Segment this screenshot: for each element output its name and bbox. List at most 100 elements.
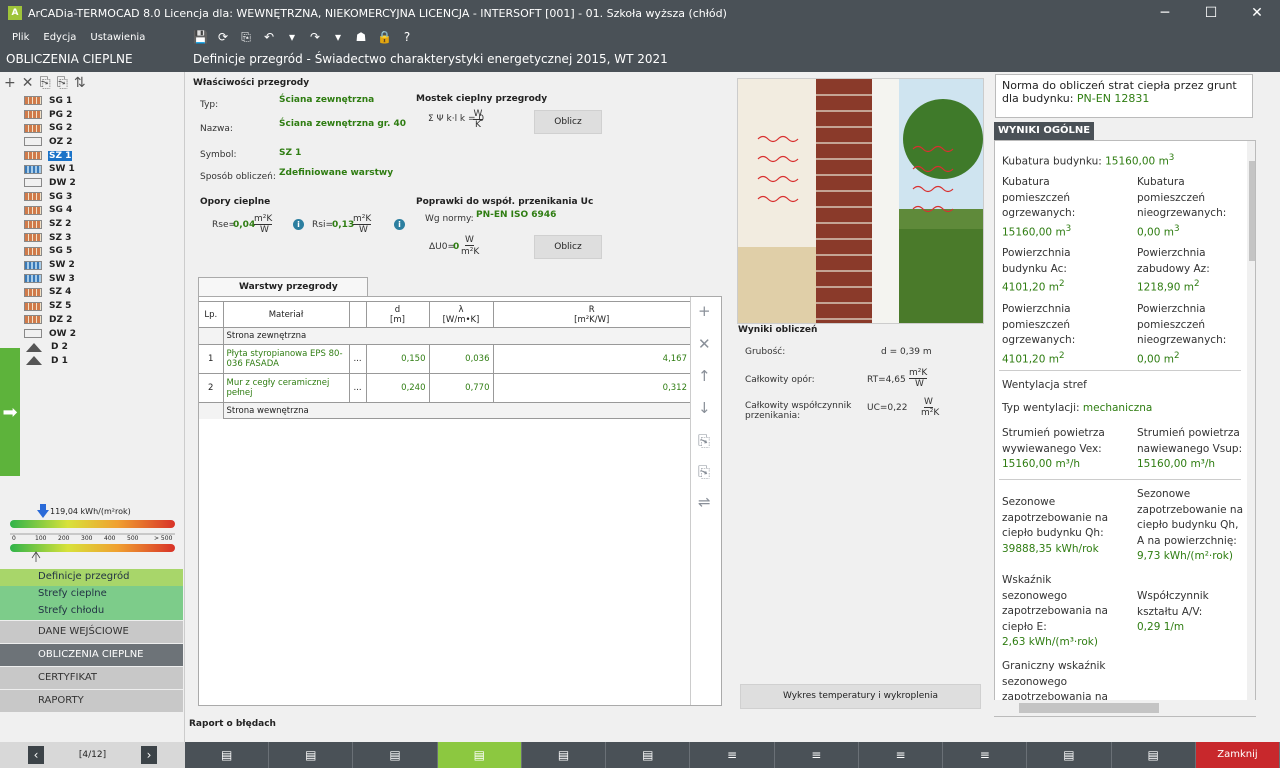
tab-wyniki-ogolne[interactable]: WYNIKI OGÓLNE [994, 122, 1095, 140]
bottom-tool-button[interactable]: ≡ [858, 742, 944, 768]
table-row[interactable]: 2 Mur z cegły ceramicznej pełnej ... 0,2… [199, 373, 691, 403]
tree-item[interactable]: SG 2 [0, 121, 184, 135]
nav-obliczenia-cieplne[interactable]: OBLICZENIA CIEPLNE [0, 643, 183, 666]
tree-item[interactable]: PG 2 [0, 108, 184, 122]
typ-value[interactable]: Ściana zewnętrzna [279, 95, 374, 105]
nav-definicje-przegrod[interactable]: Definicje przegród [0, 569, 183, 586]
nav-raporty[interactable]: RAPORTY [0, 689, 183, 712]
tree-item[interactable]: DZ 2 [0, 313, 184, 327]
bottom-tool-button[interactable]: ≡ [943, 742, 1028, 768]
paste-layer-icon[interactable]: ⎘ [698, 463, 710, 481]
row-lambda[interactable]: 0,770 [428, 373, 494, 403]
next-page-button[interactable]: › [140, 746, 157, 764]
move-down-icon[interactable]: ↓ [698, 399, 711, 417]
menu-edycja[interactable]: Edycja [43, 32, 76, 43]
catalog-icon[interactable]: ☗ [354, 30, 368, 44]
bottom-tool-button[interactable]: ▤ [353, 742, 438, 768]
bottom-tool-button[interactable]: ≡ [774, 742, 859, 768]
zamknij-button[interactable]: Zamknij [1195, 742, 1280, 768]
collapse-left-tab[interactable]: ➡ [0, 348, 20, 476]
prev-page-button[interactable]: ‹ [28, 746, 44, 764]
outer-side-row: Strona zewnętrzna [222, 327, 691, 345]
minimize-button[interactable]: ─ [1142, 0, 1188, 26]
nazwa-value[interactable]: Ściana zewnętrzna gr. 40 [279, 119, 406, 129]
temp-chart-button[interactable]: Wykres temperatury i wykroplenia [740, 684, 981, 709]
nav-certyfikat[interactable]: CERTYFIKAT [0, 666, 183, 689]
bottom-tool-button[interactable]: ▤ [521, 742, 607, 768]
bottom-tool-button[interactable]: ▤ [437, 742, 522, 768]
help-icon[interactable]: ? [400, 30, 414, 44]
bottom-tool-button[interactable]: ▤ [606, 742, 691, 768]
sposob-value[interactable]: Zdefiniowane warstwy [279, 168, 393, 178]
tree-item[interactable]: SZ 2 [0, 217, 184, 231]
maximize-button[interactable]: ☐ [1188, 0, 1234, 26]
results-hscrollbar[interactable] [994, 700, 1256, 716]
row-d[interactable]: 0,150 [365, 344, 430, 374]
rse-info-icon[interactable]: i [293, 219, 304, 230]
undo-icon[interactable]: ↶ [262, 30, 276, 44]
row-d[interactable]: 0,240 [365, 373, 430, 403]
delete-layer-icon[interactable]: ✕ [698, 335, 711, 353]
bottom-tool-button[interactable]: ▤ [1111, 742, 1196, 768]
duplicate-icon[interactable]: ⎘ [39, 75, 50, 91]
refresh-icon[interactable]: ⟳ [216, 30, 230, 44]
tree-item[interactable]: SZ 4 [0, 286, 184, 300]
results-scrollbar[interactable] [1247, 141, 1255, 716]
add-layer-icon[interactable]: + [698, 302, 711, 320]
save-icon[interactable]: 💾 [193, 30, 208, 44]
nav-strefy-cieplne[interactable]: Strefy cieplne [0, 586, 183, 603]
material-browse-button[interactable]: ... [348, 344, 367, 374]
table-row[interactable]: 1 Płyta styropianowa EPS 80-036 FASADA .… [199, 344, 691, 374]
close-window-button[interactable]: ✕ [1234, 0, 1280, 26]
tree-item[interactable]: DW 2 [0, 176, 184, 190]
rsi-info-icon[interactable]: i [394, 219, 405, 230]
tree-item[interactable]: D 1 [0, 354, 184, 368]
tab-warstwy-przegrody[interactable]: Warstwy przegrody [198, 277, 368, 297]
tree-item[interactable]: SZ 1 [0, 149, 184, 163]
redo-icon[interactable]: ↷ [308, 30, 322, 44]
bottom-tool-button[interactable]: ▤ [1027, 742, 1112, 768]
tree-item[interactable]: SZ 3 [0, 231, 184, 245]
row-lambda[interactable]: 0,036 [428, 344, 494, 374]
tree-item[interactable]: SG 3 [0, 190, 184, 204]
tree-item-label: SW 1 [49, 164, 75, 175]
pow-nieogrz-label: Powierzchnia pomieszczeń nieogrzewanych: [1137, 303, 1227, 346]
brick-icon [24, 287, 42, 297]
tree-item[interactable]: SW 2 [0, 258, 184, 272]
tree-item[interactable]: SW 3 [0, 272, 184, 286]
delete-icon[interactable]: ✕ [22, 75, 34, 91]
symbol-value[interactable]: SZ 1 [279, 148, 301, 158]
copy-layer-icon[interactable]: ⎘ [698, 432, 710, 450]
tree-item[interactable]: SW 1 [0, 162, 184, 176]
tree-item[interactable]: D 2 [0, 340, 184, 354]
lock-icon[interactable]: 🔒 [377, 30, 392, 44]
tree-item[interactable]: OW 2 [0, 327, 184, 341]
tree-item[interactable]: SG 5 [0, 245, 184, 259]
oblicz-poprawki-button[interactable]: Oblicz [534, 235, 602, 259]
redo-dropdown-icon[interactable]: ▾ [331, 30, 345, 44]
wg-normy-value[interactable]: PN-EN ISO 6946 [476, 210, 556, 220]
tree-item[interactable]: SG 1 [0, 94, 184, 108]
nav-strefy-chlodu[interactable]: Strefy chłodu [0, 603, 183, 620]
copy-icon[interactable]: ⎘ [239, 30, 253, 45]
material-browse-button[interactable]: ... [348, 373, 367, 403]
row-material[interactable]: Mur z cegły ceramicznej pełnej [222, 373, 350, 403]
row-material[interactable]: Płyta styropianowa EPS 80-036 FASADA [222, 344, 350, 374]
add-icon[interactable]: + [4, 75, 16, 91]
norma-value[interactable]: PN-EN 12831 [1077, 92, 1150, 105]
tree-item[interactable]: OZ 2 [0, 135, 184, 149]
tree-item[interactable]: SG 4 [0, 204, 184, 218]
swap-layers-icon[interactable]: ⇌ [698, 493, 711, 511]
bottom-tool-button[interactable]: ≡ [690, 742, 775, 768]
move-up-icon[interactable]: ↑ [698, 367, 711, 385]
bottom-tool-button[interactable]: ▤ [269, 742, 354, 768]
paste-icon[interactable]: ⎘ [57, 75, 68, 91]
nav-dane-wejsciowe[interactable]: DANE WEJŚCIOWE [0, 620, 183, 643]
oblicz-mostek-button[interactable]: Oblicz [534, 110, 602, 134]
menu-plik[interactable]: Plik [12, 32, 29, 43]
bottom-tool-button[interactable]: ▤ [185, 742, 270, 768]
sort-icon[interactable]: ⇅ [74, 75, 86, 91]
tree-item[interactable]: SZ 5 [0, 299, 184, 313]
menu-ustawienia[interactable]: Ustawienia [90, 32, 145, 43]
undo-dropdown-icon[interactable]: ▾ [285, 30, 299, 44]
